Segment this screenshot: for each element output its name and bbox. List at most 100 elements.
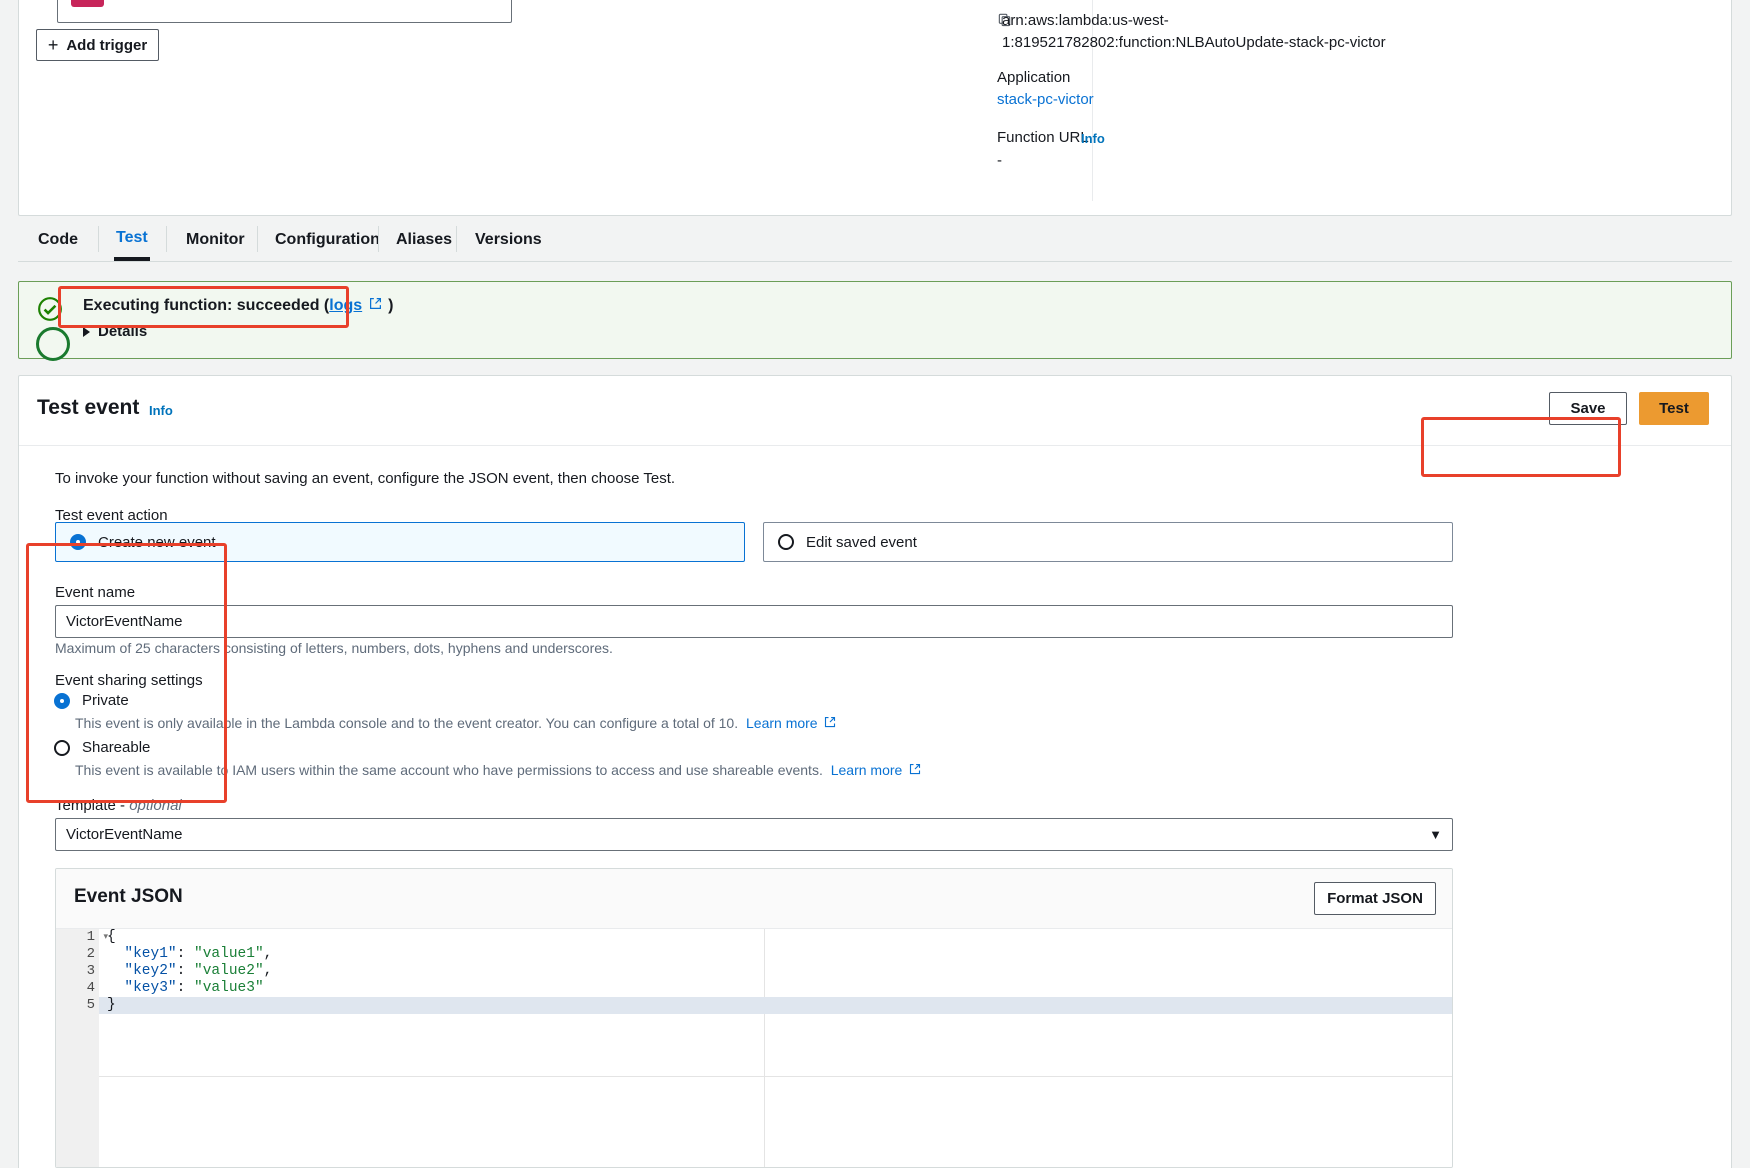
template-label-optional: optional (129, 797, 182, 814)
tab-separator (166, 226, 167, 252)
code-token-punc: , (263, 963, 273, 979)
code-token-str: "value3" (194, 980, 264, 996)
template-select[interactable]: VictorEventName ▼ (55, 818, 1453, 851)
event-sharing-label: Event sharing settings (55, 672, 203, 689)
editor-line-number: 4 (86, 980, 95, 996)
editor-code-line[interactable]: "key1": "value1", (99, 946, 1452, 963)
template-label-text: Template - (55, 797, 130, 814)
lambda-test-page: SNS Function ARN arn:aws:lambda:us-west-… (0, 0, 1750, 1168)
tab-separator (378, 226, 379, 252)
radio-row-private[interactable]: Private (54, 692, 129, 709)
success-check-icon (37, 296, 63, 327)
radio-create-new-event-label: Create new event (98, 533, 216, 551)
function-arn-label: Function ARN (997, 0, 1457, 1)
radio-private-description-text: This event is only available in the Lamb… (75, 715, 739, 731)
radio-shareable-description: This event is available to IAM users wit… (75, 762, 921, 778)
page-title: Test event (37, 396, 140, 419)
function-url-label: Function URL (997, 129, 1089, 146)
radio-private-label: Private (82, 692, 129, 709)
application-link[interactable]: stack-pc-victor (997, 91, 1094, 108)
code-token-punc: { (107, 929, 116, 945)
event-name-hint: Maximum of 25 characters consisting of l… (55, 640, 613, 656)
tab-test[interactable]: Test (114, 218, 150, 261)
radio-private-description: This event is only available in the Lamb… (75, 715, 836, 731)
editor-code-line[interactable]: "key3": "value3" (99, 980, 1452, 997)
add-trigger-button[interactable]: + Add trigger (36, 29, 159, 61)
code-area[interactable]: 1 ▾ 2 3 4 5 { "key1": "value1", "key2": "valu… (56, 929, 1452, 1167)
tab-versions[interactable]: Versions (473, 218, 544, 261)
radio-edit-saved-event[interactable] (778, 534, 794, 550)
function-overview-panel: SNS (18, 0, 1732, 216)
tab-separator (456, 226, 457, 252)
code-token-str: "value1" (194, 946, 264, 962)
header-actions: Save Test (1549, 392, 1709, 425)
sns-icon (71, 0, 104, 7)
radio-private[interactable] (54, 692, 70, 709)
editor-code[interactable]: { "key1": "value1", "key2": "value2", "k… (99, 929, 1452, 1167)
test-button-label: Test (1659, 400, 1689, 417)
shareable-learn-more-link[interactable]: Learn more (831, 762, 903, 778)
radio-row-shareable[interactable]: Shareable (54, 739, 150, 756)
tab-separator (98, 226, 99, 252)
event-name-input[interactable] (55, 605, 1453, 638)
code-token-key: "key1" (107, 946, 177, 962)
tab-code-label: Code (38, 230, 78, 248)
add-trigger-label: Add trigger (66, 36, 148, 54)
tab-aliases[interactable]: Aliases (394, 218, 454, 261)
code-token-str: "value2" (194, 963, 264, 979)
tab-separator (257, 226, 258, 252)
tab-monitor[interactable]: Monitor (184, 218, 247, 261)
alert-details-toggle[interactable]: Details (83, 323, 147, 340)
test-button[interactable]: Test (1639, 392, 1709, 425)
caret-right-icon (83, 326, 90, 337)
alert-title-prefix: Executing function: succeeded ( (83, 297, 330, 314)
radio-shareable[interactable] (54, 739, 70, 756)
code-token-key: "key3" (107, 980, 177, 996)
application-value[interactable]: stack-pc-victor (997, 91, 1094, 108)
template-label: Template - optional (55, 797, 182, 814)
format-json-button[interactable]: Format JSON (1314, 882, 1436, 915)
plus-icon: + (47, 35, 59, 55)
code-token-punc: : (176, 946, 195, 962)
test-event-header: Test event Info Save Test (19, 376, 1731, 446)
radio-create-new-event[interactable] (70, 534, 86, 550)
external-link-icon[interactable] (364, 297, 386, 314)
alert-title: Executing function: succeeded (logs ) (83, 297, 393, 315)
add-trigger-button-wrap: + Add trigger (36, 29, 159, 61)
format-json-label: Format JSON (1327, 890, 1423, 907)
editor-gutter: 1 ▾ 2 3 4 5 (56, 929, 108, 1167)
chevron-down-icon: ▼ (1429, 827, 1442, 842)
tab-configuration[interactable]: Configuration (273, 218, 382, 261)
trigger-card-sns[interactable]: SNS (57, 0, 512, 23)
tab-monitor-label: Monitor (186, 230, 245, 248)
private-learn-more-link[interactable]: Learn more (746, 715, 818, 731)
external-link-icon[interactable] (824, 715, 836, 731)
editor-code-line[interactable]: "key2": "value2", (99, 963, 1452, 980)
editor-line-number: 5 (86, 997, 95, 1013)
editor-code-line[interactable]: { (99, 929, 1452, 946)
alert-details-label: Details (98, 323, 148, 340)
alert-logs-link[interactable]: logs (329, 297, 362, 314)
radio-shareable-label: Shareable (82, 739, 151, 756)
save-button[interactable]: Save (1549, 392, 1627, 425)
editor-line-number: 1 ▾ (86, 929, 108, 945)
test-event-info-link[interactable]: Info (149, 403, 173, 418)
event-json-editor: Event JSON Format JSON 1 ▾ 2 3 4 5 { "key1": … (55, 868, 1453, 1168)
trigger-name: SNS (116, 0, 155, 1)
code-token-punc: : (176, 980, 195, 996)
radio-edit-saved-event-label: Edit saved event (806, 533, 917, 551)
code-token-punc: } (107, 997, 116, 1013)
tab-code[interactable]: Code (36, 218, 80, 261)
code-token-punc: : (176, 963, 195, 979)
radio-tile-edit-saved-event[interactable]: Edit saved event (763, 522, 1453, 562)
application-label: Application (997, 69, 1071, 86)
radio-tile-create-new-event[interactable]: Create new event (55, 522, 745, 562)
tab-configuration-label: Configuration (275, 230, 380, 248)
event-json-title: Event JSON (74, 886, 183, 907)
function-url-value: - (997, 152, 1002, 169)
function-url-info-link[interactable]: Info (1081, 131, 1105, 146)
event-json-header: Event JSON Format JSON (56, 869, 1452, 929)
editor-code-line[interactable]: } (99, 997, 1452, 1014)
function-tabs: Code Test Monitor Configuration Aliases … (18, 218, 1732, 262)
external-link-icon[interactable] (909, 762, 921, 778)
